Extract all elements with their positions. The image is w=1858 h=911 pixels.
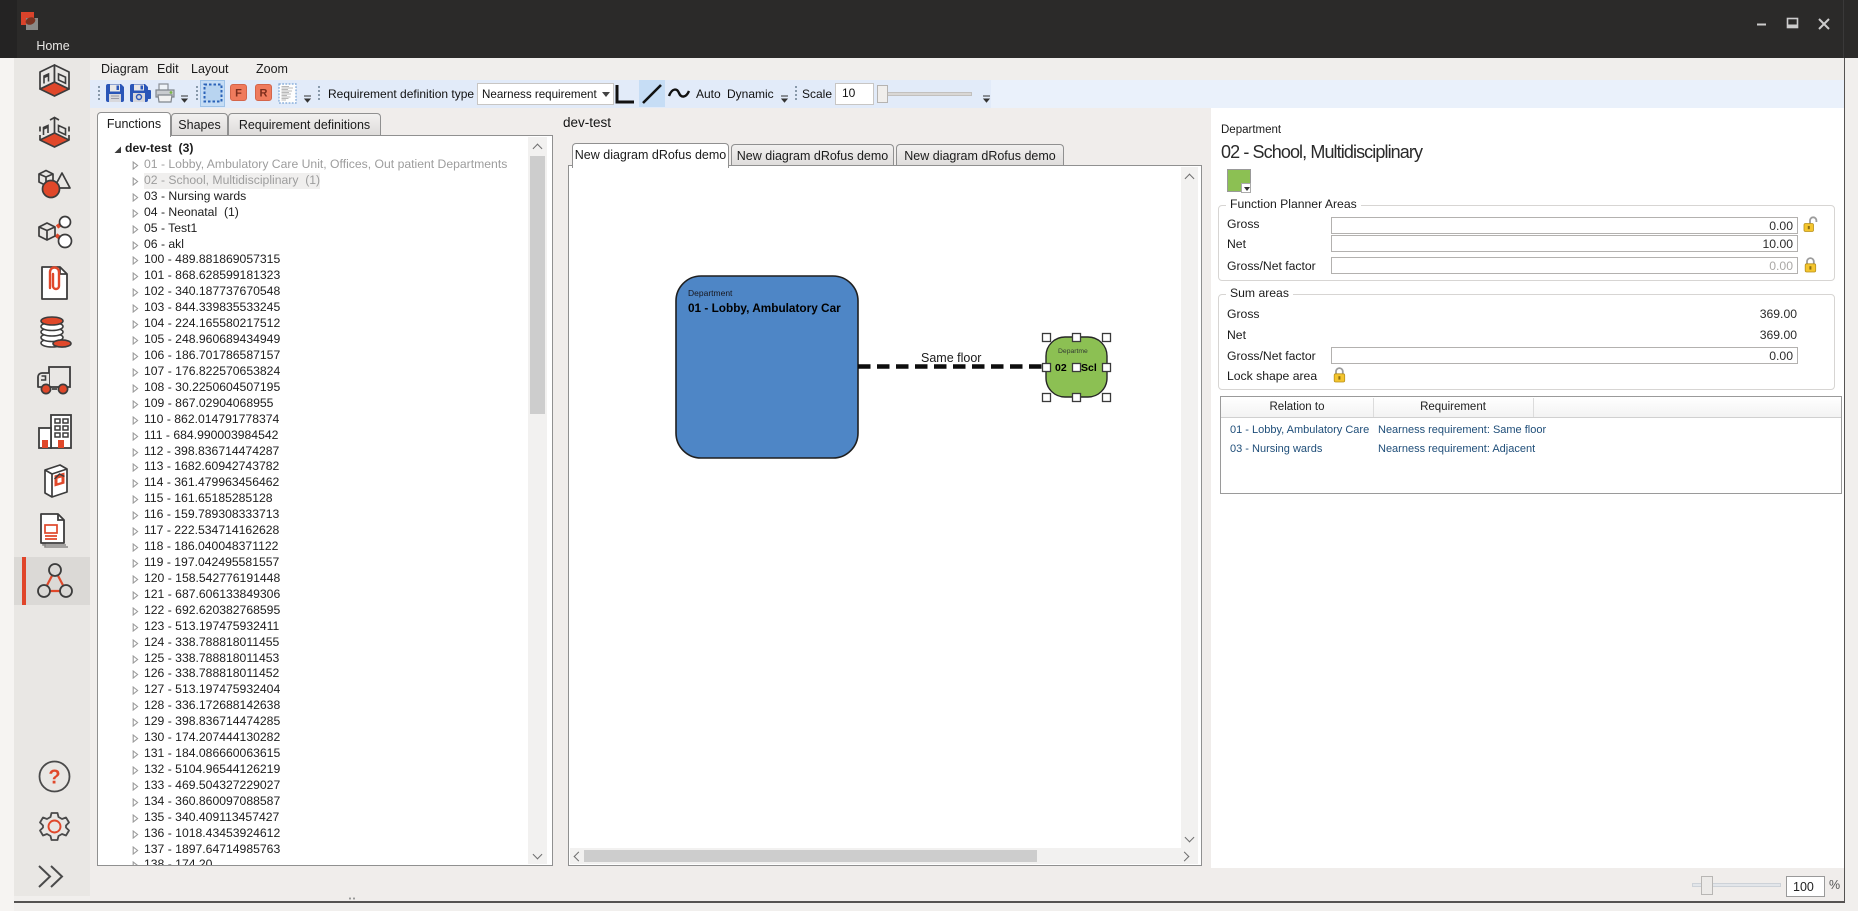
svg-text:02: 02 [1055, 362, 1067, 374]
svg-text:R: R [260, 88, 268, 100]
svg-text:F: F [235, 88, 242, 100]
svg-text:01 - Lobby, Ambulatory Car: 01 - Lobby, Ambulatory Car [688, 301, 841, 315]
svg-text:Departme: Departme [1058, 348, 1088, 355]
svg-text:Department: Department [688, 288, 733, 298]
svg-text:Same floor: Same floor [921, 351, 981, 365]
svg-text:Scl: Scl [1081, 362, 1097, 374]
svg-text:?: ? [48, 767, 60, 789]
